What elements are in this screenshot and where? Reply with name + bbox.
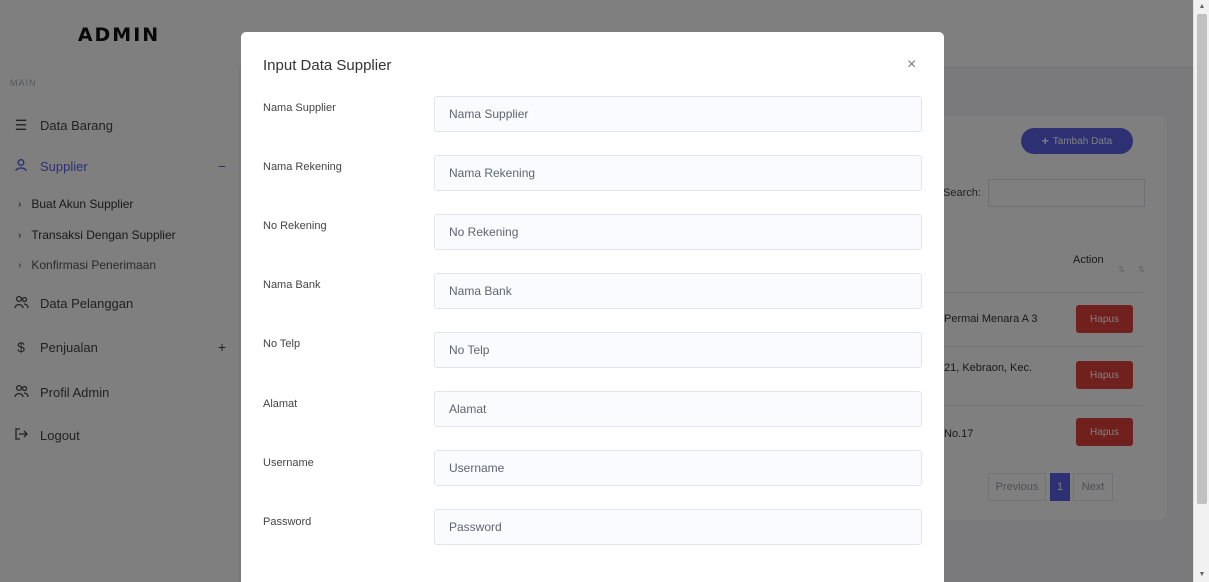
no-rekening-field[interactable] xyxy=(434,214,922,250)
nama-bank-field[interactable] xyxy=(434,273,922,309)
label-password: Password xyxy=(263,516,312,528)
label-nama-rekening: Nama Rekening xyxy=(263,161,342,173)
modal-title: Input Data Supplier xyxy=(263,57,392,74)
label-alamat: Alamat xyxy=(263,398,298,410)
alamat-field[interactable] xyxy=(434,391,922,427)
input-supplier-modal: Input Data Supplier × Nama Supplier Nama… xyxy=(241,32,944,582)
scrollbar-thumb[interactable] xyxy=(1197,14,1207,504)
nama-rekening-field[interactable] xyxy=(434,155,922,191)
label-no-rekening: No Rekening xyxy=(263,220,327,232)
page-scrollbar[interactable]: ▲ ▼ xyxy=(1193,0,1209,582)
no-telp-field[interactable] xyxy=(434,332,922,368)
scroll-down-arrow-icon[interactable]: ▼ xyxy=(1194,569,1209,581)
scroll-up-arrow-icon[interactable]: ▲ xyxy=(1194,1,1209,13)
label-nama-supplier: Nama Supplier xyxy=(263,102,336,114)
label-username: Username xyxy=(263,457,314,469)
nama-supplier-field[interactable] xyxy=(434,96,922,132)
close-icon[interactable]: × xyxy=(907,56,916,74)
username-field[interactable] xyxy=(434,450,922,486)
label-no-telp: No Telp xyxy=(263,338,301,350)
app-window: ADMIN MAIN ☰ Data Barang Supplier − › Bu… xyxy=(0,0,1193,582)
password-field[interactable] xyxy=(434,509,922,545)
label-nama-bank: Nama Bank xyxy=(263,279,321,291)
